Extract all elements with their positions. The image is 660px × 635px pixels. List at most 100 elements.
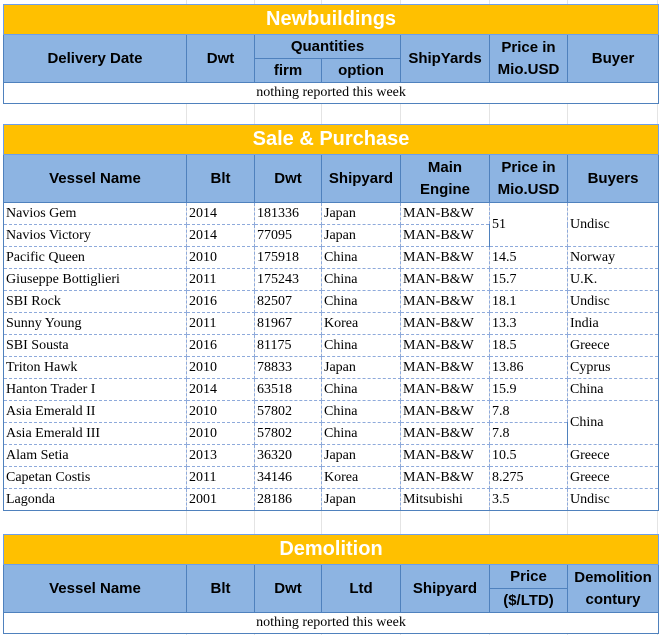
cell-shipyard[interactable]: China [321, 422, 401, 445]
cell-shipyard[interactable]: Korea [321, 312, 401, 335]
cell-price[interactable]: 13.86 [489, 356, 568, 379]
cell-dwt[interactable]: 34146 [254, 466, 322, 489]
cell-blt[interactable]: 2010 [186, 422, 255, 445]
cell-main-engine[interactable]: MAN-B&W [400, 444, 490, 467]
cell-dwt[interactable]: 81967 [254, 312, 322, 335]
newbuildings-table: Newbuildings Delivery Date Dwt Quantitie… [2, 4, 660, 104]
cell-dwt[interactable]: 181336 [254, 202, 322, 225]
header-option: option [321, 58, 401, 83]
cell-shipyard[interactable]: Japan [321, 202, 401, 225]
cell-main-engine[interactable]: MAN-B&W [400, 202, 490, 225]
cell-dwt[interactable]: 81175 [254, 334, 322, 357]
cell-main-engine[interactable]: MAN-B&W [400, 356, 490, 379]
cell-vessel-name[interactable]: Hanton Trader I [3, 378, 187, 401]
cell-dwt[interactable]: 57802 [254, 400, 322, 423]
cell-main-engine[interactable]: MAN-B&W [400, 268, 490, 291]
cell-vessel-name[interactable]: Asia Emerald III [3, 422, 187, 445]
cell-buyers[interactable]: Cyprus [566, 356, 660, 379]
cell-shipyard[interactable]: Japan [321, 224, 401, 247]
cell-blt[interactable]: 2011 [186, 268, 255, 291]
cell-dwt[interactable]: 57802 [254, 422, 322, 445]
cell-price[interactable]: 15.9 [489, 378, 568, 401]
cell-shipyard[interactable]: Korea [321, 466, 401, 489]
cell-main-engine[interactable]: MAN-B&W [400, 334, 490, 357]
cell-dwt[interactable]: 63518 [254, 378, 322, 401]
cell-shipyard[interactable]: China [321, 378, 401, 401]
cell-blt[interactable]: 2014 [186, 378, 255, 401]
cell-shipyard[interactable]: China [321, 268, 401, 291]
cell-vessel-name[interactable]: Alam Setia [3, 444, 187, 467]
cell-dwt[interactable]: 82507 [254, 290, 322, 313]
cell-dwt[interactable]: 36320 [254, 444, 322, 467]
cell-price[interactable]: 15.7 [489, 268, 568, 291]
cell-buyers[interactable]: Greece [566, 444, 660, 467]
cell-price[interactable]: 3.5 [489, 488, 568, 511]
cell-blt[interactable]: 2011 [186, 312, 255, 335]
cell-dwt[interactable]: 175243 [254, 268, 322, 291]
cell-buyers[interactable]: Undisc [566, 202, 660, 247]
cell-main-engine[interactable]: MAN-B&W [400, 400, 490, 423]
cell-shipyard[interactable]: China [321, 290, 401, 313]
cell-buyers[interactable]: Undisc [566, 488, 660, 511]
cell-buyers[interactable]: Greece [566, 466, 660, 489]
cell-shipyard[interactable]: China [321, 246, 401, 269]
sale-purchase-title: Sale & Purchase [2, 124, 660, 155]
cell-price[interactable]: 18.5 [489, 334, 568, 357]
cell-main-engine[interactable]: MAN-B&W [400, 466, 490, 489]
cell-vessel-name[interactable]: Capetan Costis [3, 466, 187, 489]
cell-buyers[interactable]: Norway [566, 246, 660, 269]
cell-buyers[interactable]: Undisc [566, 290, 660, 313]
cell-price[interactable]: 51 [489, 202, 568, 247]
cell-vessel-name[interactable]: Sunny Young [3, 312, 187, 335]
cell-blt[interactable]: 2010 [186, 356, 255, 379]
cell-vessel-name[interactable]: SBI Rock [3, 290, 187, 313]
cell-shipyard[interactable]: Japan [321, 444, 401, 467]
cell-blt[interactable]: 2011 [186, 466, 255, 489]
cell-dwt[interactable]: 28186 [254, 488, 322, 511]
cell-vessel-name[interactable]: Navios Gem [3, 202, 187, 225]
cell-main-engine[interactable]: MAN-B&W [400, 246, 490, 269]
cell-main-engine[interactable]: Mitsubishi [400, 488, 490, 511]
cell-blt[interactable]: 2010 [186, 246, 255, 269]
header-ltd: Ltd [321, 564, 401, 613]
cell-blt[interactable]: 2014 [186, 202, 255, 225]
cell-blt[interactable]: 2016 [186, 334, 255, 357]
cell-shipyard[interactable]: China [321, 400, 401, 423]
cell-price[interactable]: 10.5 [489, 444, 568, 467]
cell-vessel-name[interactable]: Asia Emerald II [3, 400, 187, 423]
cell-buyers[interactable]: China [566, 400, 660, 445]
cell-vessel-name[interactable]: Giuseppe Bottiglieri [3, 268, 187, 291]
cell-main-engine[interactable]: MAN-B&W [400, 378, 490, 401]
cell-vessel-name[interactable]: Navios Victory [3, 224, 187, 247]
cell-blt[interactable]: 2016 [186, 290, 255, 313]
cell-shipyard[interactable]: China [321, 334, 401, 357]
cell-dwt[interactable]: 175918 [254, 246, 322, 269]
cell-price[interactable]: 8.275 [489, 466, 568, 489]
cell-main-engine[interactable]: MAN-B&W [400, 422, 490, 445]
cell-blt[interactable]: 2013 [186, 444, 255, 467]
cell-vessel-name[interactable]: Triton Hawk [3, 356, 187, 379]
cell-main-engine[interactable]: MAN-B&W [400, 224, 490, 247]
cell-buyers[interactable]: U.K. [566, 268, 660, 291]
cell-vessel-name[interactable]: SBI Sousta [3, 334, 187, 357]
cell-dwt[interactable]: 78833 [254, 356, 322, 379]
cell-price[interactable]: 14.5 [489, 246, 568, 269]
header-buyers: Buyers [566, 154, 660, 203]
cell-buyers[interactable]: China [566, 378, 660, 401]
cell-price[interactable]: 7.8 [489, 400, 568, 423]
cell-vessel-name[interactable]: Pacific Queen [3, 246, 187, 269]
cell-blt[interactable]: 2010 [186, 400, 255, 423]
cell-price[interactable]: 18.1 [489, 290, 568, 313]
cell-vessel-name[interactable]: Lagonda [3, 488, 187, 511]
cell-main-engine[interactable]: MAN-B&W [400, 312, 490, 335]
cell-price[interactable]: 13.3 [489, 312, 568, 335]
cell-blt[interactable]: 2014 [186, 224, 255, 247]
cell-dwt[interactable]: 77095 [254, 224, 322, 247]
cell-main-engine[interactable]: MAN-B&W [400, 290, 490, 313]
cell-price[interactable]: 7.8 [489, 422, 568, 445]
cell-buyers[interactable]: India [566, 312, 660, 335]
cell-blt[interactable]: 2001 [186, 488, 255, 511]
cell-shipyard[interactable]: Japan [321, 488, 401, 511]
cell-buyers[interactable]: Greece [566, 334, 660, 357]
cell-shipyard[interactable]: Japan [321, 356, 401, 379]
